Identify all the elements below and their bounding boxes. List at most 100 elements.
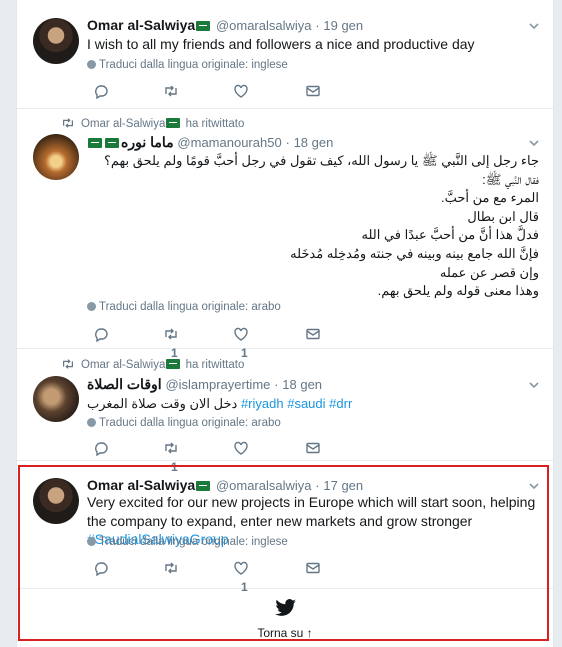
- message-icon: [306, 85, 320, 97]
- reply-button[interactable]: [93, 83, 109, 101]
- retweet-icon: [165, 562, 177, 574]
- like-icon: [234, 561, 248, 575]
- translate-label: Traduci dalla lingua originale: inglese: [99, 536, 288, 548]
- hashtag-link[interactable]: #saudi: [287, 396, 325, 411]
- retweet-button[interactable]: [163, 560, 187, 578]
- reply-button[interactable]: [93, 326, 109, 344]
- globe-icon: [87, 302, 96, 311]
- like-button[interactable]: 1: [233, 326, 249, 360]
- hashtag-link[interactable]: #riyadh: [241, 396, 284, 411]
- message-button[interactable]: [305, 326, 321, 344]
- translate-link[interactable]: Traduci dalla lingua originale: arabo: [87, 301, 281, 313]
- user-handle[interactable]: @omaralsalwiya: [216, 18, 312, 33]
- reply-icon: [95, 562, 108, 577]
- reply-button[interactable]: [93, 440, 109, 458]
- globe-icon: [87, 418, 96, 427]
- message-icon: [306, 562, 320, 574]
- like-button[interactable]: [233, 440, 257, 458]
- tweet-header: Omar al-Salwiya @omaralsalwiya · 19 gen: [87, 16, 363, 34]
- user-handle[interactable]: @mamanourah50: [177, 135, 281, 150]
- reply-icon: [95, 85, 108, 100]
- user-name[interactable]: Omar al-Salwiya: [87, 17, 195, 33]
- translate-link[interactable]: Traduci dalla lingua originale: arabo: [87, 417, 281, 429]
- tweet[interactable]: Omar al-Salwiya @omaralsalwiya · 17 gen …: [17, 460, 553, 594]
- tweet-time[interactable]: 18 gen: [294, 135, 334, 150]
- tweet-text: دخل الان وقت صلاة المغرب #riyadh #saudi …: [87, 395, 537, 414]
- message-button[interactable]: [305, 440, 321, 458]
- message-icon: [306, 328, 320, 340]
- retweet-button[interactable]: 1: [163, 326, 179, 360]
- retweet-button[interactable]: [163, 83, 187, 101]
- message-button[interactable]: [305, 560, 321, 578]
- tweet-header: ماما نوره @mamanourah50 · 18 gen: [87, 133, 333, 151]
- back-to-top-link[interactable]: Torna su ↑: [17, 626, 553, 640]
- avatar[interactable]: [33, 134, 79, 180]
- retweet-icon: [165, 328, 177, 340]
- chevron-down-icon[interactable]: [529, 481, 539, 491]
- translate-link[interactable]: Traduci dalla lingua originale: inglese: [87, 536, 288, 548]
- tweet-time[interactable]: 18 gen: [282, 377, 322, 392]
- user-name[interactable]: اوقات الصلاة: [87, 376, 162, 392]
- like-icon: [234, 84, 248, 98]
- reply-icon: [95, 442, 108, 457]
- retweeted-label: ha ritwittato: [185, 118, 245, 130]
- tweet[interactable]: Omar al-Salwiya @omaralsalwiya · 19 gen …: [17, 0, 553, 109]
- avatar[interactable]: [33, 376, 79, 422]
- tweet-time-sep: ·: [285, 135, 290, 150]
- tweet-line: قال ابن بطال: [467, 208, 539, 224]
- retweet-icon: [165, 442, 177, 454]
- tweet-line: المرء مع من أحبَّ.: [441, 190, 539, 206]
- retweet-button[interactable]: 1: [163, 440, 179, 474]
- saudi-flag-icon: [196, 21, 211, 31]
- tweet[interactable]: Omar al-Salwiya ha ritwittato ماما نوره …: [17, 108, 553, 360]
- reply-icon: [95, 328, 108, 343]
- tweet-time[interactable]: 19 gen: [323, 18, 363, 33]
- tweet-line: وإن قصر عن عمله: [439, 264, 539, 280]
- avatar[interactable]: [33, 478, 79, 524]
- tweet-text-body: Very excited for our new projects in Eur…: [87, 494, 536, 529]
- like-count: 1: [241, 580, 248, 594]
- translate-label: Traduci dalla lingua originale: inglese: [99, 59, 288, 71]
- saudi-flag-icon: [105, 138, 119, 148]
- retweet-context: Omar al-Salwiya ha ritwittato: [61, 116, 244, 130]
- tweet-header: Omar al-Salwiya @omaralsalwiya · 17 gen: [87, 476, 363, 494]
- tweet-header: اوقات الصلاة @islamprayertime · 18 gen: [87, 375, 322, 393]
- timeline: Omar al-Salwiya @omaralsalwiya · 19 gen …: [16, 0, 554, 647]
- user-name[interactable]: Omar al-Salwiya: [87, 477, 195, 493]
- saudi-flag-icon: [166, 118, 181, 128]
- retweeted-label: ha ritwittato: [185, 359, 245, 371]
- tweet-line: جاء رجل إلى النَّبي ﷺ يا رسول الله، كيف …: [104, 153, 539, 168]
- retweet-icon: [63, 359, 73, 369]
- chevron-down-icon[interactable]: [529, 138, 539, 148]
- retweet-icon: [63, 118, 73, 128]
- retweeted-by[interactable]: Omar al-Salwiya: [81, 118, 165, 130]
- chevron-down-icon[interactable]: [529, 21, 539, 31]
- like-button[interactable]: [233, 83, 257, 101]
- globe-icon: [87, 60, 96, 69]
- retweeted-by[interactable]: Omar al-Salwiya: [81, 359, 165, 371]
- chevron-down-icon[interactable]: [529, 380, 539, 390]
- message-button[interactable]: [305, 83, 321, 101]
- avatar[interactable]: [33, 18, 79, 64]
- tweet-text: جاء رجل إلى النَّبي ﷺ يا رسول الله، كيف …: [87, 152, 539, 301]
- saudi-flag-icon: [166, 359, 181, 369]
- tweet-time[interactable]: 17 gen: [323, 478, 363, 493]
- like-icon: [234, 441, 248, 455]
- user-handle[interactable]: @islamprayertime: [165, 377, 270, 392]
- retweet-context: Omar al-Salwiya ha ritwittato: [61, 357, 244, 371]
- user-name[interactable]: ماما نوره: [121, 134, 174, 150]
- hashtag-link[interactable]: #drr: [329, 396, 352, 411]
- translate-link[interactable]: Traduci dalla lingua originale: inglese: [87, 59, 288, 71]
- message-icon: [306, 442, 320, 454]
- like-button[interactable]: 1: [233, 560, 249, 594]
- tweet-time-sep: ·: [315, 18, 320, 33]
- tweet-time-sep: ·: [315, 478, 320, 493]
- like-icon: [234, 327, 248, 341]
- tweet[interactable]: Omar al-Salwiya ha ritwittato اوقات الصل…: [17, 348, 553, 474]
- tweet-line: وهذا معنى قوله ولم يلحق بهم.: [377, 283, 539, 299]
- tweet-time-sep: ·: [274, 377, 279, 392]
- saudi-flag-icon: [196, 481, 211, 491]
- user-handle[interactable]: @omaralsalwiya: [216, 478, 312, 493]
- translate-label: Traduci dalla lingua originale: arabo: [99, 301, 281, 313]
- reply-button[interactable]: [93, 560, 109, 578]
